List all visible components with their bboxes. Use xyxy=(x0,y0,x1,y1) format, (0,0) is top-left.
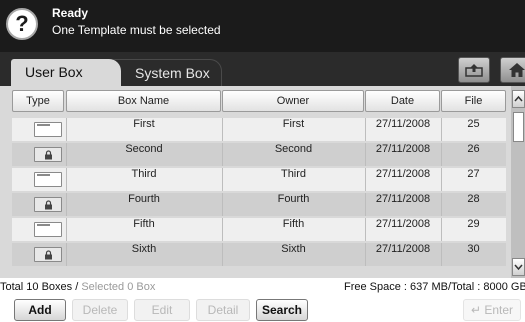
owner-cell: Third xyxy=(280,168,307,180)
action-bar: Add Delete Edit Detail Search ↵ Enter xyxy=(0,297,525,322)
folder-icon xyxy=(34,172,62,187)
upload-icon xyxy=(465,64,483,77)
file-cell: 29 xyxy=(467,218,480,230)
chevron-down-icon xyxy=(514,264,523,271)
enter-label: Enter xyxy=(484,303,514,317)
box-name-cell: First xyxy=(133,118,155,130)
detail-button[interactable]: Detail xyxy=(196,299,250,321)
table-scrollbar[interactable] xyxy=(511,86,525,278)
upload-button[interactable] xyxy=(458,57,490,83)
owner-cell: Second xyxy=(274,143,313,155)
home-button[interactable] xyxy=(500,57,525,83)
box-name-cell: Second xyxy=(125,143,163,155)
enter-button[interactable]: ↵ Enter xyxy=(463,299,521,321)
table-row[interactable]: First First 27/11/2008 25 xyxy=(12,118,506,141)
column-header-type[interactable]: Type xyxy=(12,90,64,112)
tab-system-box[interactable]: System Box xyxy=(112,59,222,86)
column-header-file[interactable]: File xyxy=(441,90,506,112)
box-table: Type Box Name Owner Date File First First… xyxy=(0,86,525,278)
storage-space-label: Free Space : 637 MB/Total : 8000 GB xyxy=(344,281,525,293)
scroll-thumb[interactable] xyxy=(513,112,524,142)
search-button[interactable]: Search xyxy=(256,299,308,321)
box-summary: Total 10 Boxes / Selected 0 Box Free Spa… xyxy=(0,278,525,296)
edit-button[interactable]: Edit xyxy=(134,299,190,321)
delete-button[interactable]: Delete xyxy=(72,299,128,321)
chevron-up-icon xyxy=(514,95,523,102)
table-row[interactable]: Second Second 27/11/2008 26 xyxy=(12,143,506,166)
column-header-date[interactable]: Date xyxy=(365,90,440,112)
date-cell: 27/11/2008 xyxy=(375,168,431,180)
selected-boxes-label: Selected 0 Box xyxy=(81,281,156,293)
box-name-cell: Fourth xyxy=(128,193,160,205)
file-cell: 30 xyxy=(467,243,480,255)
scroll-down-button[interactable] xyxy=(512,258,525,276)
box-name-cell: Fifth xyxy=(133,218,155,230)
scroll-up-button[interactable] xyxy=(512,90,525,108)
status-message: One Template must be selected xyxy=(52,23,221,37)
owner-cell: Fifth xyxy=(282,218,305,230)
date-cell: 27/11/2008 xyxy=(375,193,431,205)
table-row[interactable]: Fifth Fifth 27/11/2008 29 xyxy=(12,218,506,241)
folder-icon xyxy=(34,222,62,237)
date-cell: 27/11/2008 xyxy=(375,243,431,255)
enter-icon: ↵ xyxy=(470,303,482,317)
table-row[interactable]: Sixth Sixth 27/11/2008 30 xyxy=(12,243,506,266)
owner-cell: Fourth xyxy=(277,193,310,205)
date-cell: 27/11/2008 xyxy=(375,218,431,230)
status-bar: ? Ready One Template must be selected xyxy=(0,0,525,52)
tab-strip: System Box User Box xyxy=(0,52,525,86)
total-boxes-label: Total 10 Boxes / xyxy=(0,281,82,293)
owner-cell: Sixth xyxy=(281,243,306,255)
locked-box-icon xyxy=(34,197,62,212)
table-row[interactable]: Third Third 27/11/2008 27 xyxy=(12,168,506,191)
folder-icon xyxy=(34,122,62,137)
owner-cell: First xyxy=(282,118,305,130)
file-cell: 27 xyxy=(467,168,480,180)
column-header-owner[interactable]: Owner xyxy=(222,90,364,112)
table-row[interactable]: Fourth Fourth 27/11/2008 28 xyxy=(12,193,506,216)
tab-user-box[interactable]: User Box xyxy=(11,59,121,86)
box-name-cell: Third xyxy=(131,168,157,180)
locked-box-icon xyxy=(34,247,62,262)
date-cell: 27/11/2008 xyxy=(375,118,431,130)
help-button[interactable]: ? xyxy=(6,8,38,40)
locked-box-icon xyxy=(34,147,62,162)
file-cell: 25 xyxy=(467,118,480,130)
date-cell: 27/11/2008 xyxy=(375,143,431,155)
column-header-box-name[interactable]: Box Name xyxy=(66,90,221,112)
add-button[interactable]: Add xyxy=(14,299,66,321)
box-name-cell: Sixth xyxy=(131,243,157,255)
home-icon xyxy=(509,63,525,77)
file-cell: 26 xyxy=(467,143,480,155)
file-cell: 28 xyxy=(467,193,480,205)
status-title: Ready xyxy=(52,6,89,20)
